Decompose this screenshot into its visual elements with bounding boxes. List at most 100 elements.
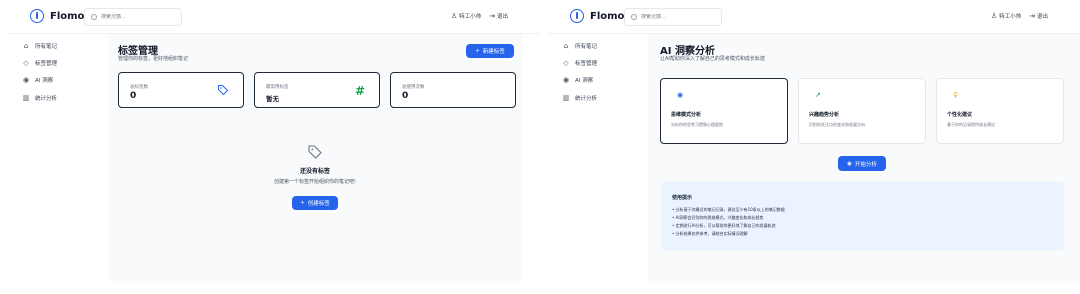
trend-up-icon: ↗	[815, 91, 821, 99]
sidebar-item-all-notes[interactable]: ⌂ 所有笔记	[22, 42, 57, 50]
sidebar-item-stats[interactable]: ▥ 统计分析	[22, 94, 57, 102]
tip-line: • 定期进行AI分析，可以帮助你更好地了解自己的发展轨迹	[672, 223, 776, 228]
brand-name: Flomo	[590, 10, 625, 22]
user-profile[interactable]: ♙ 特工小帅	[451, 12, 481, 20]
user-name: 特工小帅	[459, 14, 482, 20]
brain-icon: ◉	[22, 76, 30, 84]
ai-main: AI 洞察分析 让AI帮助你深入了解自己的思考模式和成长轨迹 ◉ 思维模式分析 …	[648, 34, 1080, 281]
ai-insight-screen: Flomo ♙ 特工小帅 ⇥ 退出 ⌂ 所有笔记	[548, 0, 1080, 294]
stat-card-total-usage: 总使用次数 0	[390, 72, 516, 108]
stat-value: 暂无	[266, 95, 279, 103]
user-icon: ♙	[990, 12, 998, 20]
sidebar-item-tags[interactable]: ◇ 标签管理	[22, 59, 57, 67]
search-icon	[631, 14, 637, 20]
stat-label: 总使用次数	[402, 85, 425, 90]
search-input[interactable]	[101, 14, 181, 20]
logo[interactable]: Flomo	[570, 9, 624, 23]
sidebar-item-label: 统计分析	[35, 96, 58, 102]
page-subtitle: 让AI帮助你深入了解自己的思考模式和成长轨迹	[660, 56, 765, 62]
hash-icon: #	[354, 84, 365, 98]
card-description: 识别你关注点的变化和发展方向	[809, 122, 865, 127]
sidebar-item-label: 标签管理	[35, 61, 58, 67]
analysis-card-suggestion[interactable]: ♀ 个性化建议 基于你的记录提供成长建议	[936, 78, 1064, 144]
search-box[interactable]	[624, 8, 722, 26]
brain-icon: ◉	[847, 160, 852, 167]
top-bar: Flomo ♙ 特工小帅 ⇥ 退出	[8, 0, 540, 34]
tag-icon	[218, 85, 228, 95]
user-name: 特工小帅	[999, 14, 1022, 20]
stat-card-total-tags: 总标签数 0	[118, 72, 244, 108]
sidebar-item-stats[interactable]: ▥ 统计分析	[562, 94, 597, 102]
home-icon: ⌂	[23, 42, 29, 50]
page-subtitle: 管理你的标签，更好地组织笔记	[118, 56, 189, 62]
logout-label: 退出	[496, 14, 508, 20]
sidebar-item-label: 标签管理	[575, 61, 598, 67]
card-description: 分析你的思考习惯和心理趋势	[671, 122, 723, 127]
start-analysis-label: 开始分析	[854, 161, 877, 168]
flomo-logo-icon	[570, 9, 584, 23]
sidebar: ⌂ 所有笔记 ◇ 标签管理 ◉ AI 洞察 ▥ 统计分析	[8, 34, 108, 294]
stat-label: 总标签数	[130, 85, 148, 90]
stat-card-most-used: 最常用标签 暂无 #	[254, 72, 380, 108]
lightbulb-icon: ♀	[953, 91, 959, 99]
tags-screen: Flomo ♙ 特工小帅 ⇥ 退出 ⌂ 所有笔记	[8, 0, 540, 294]
sidebar-item-all-notes[interactable]: ⌂ 所有笔记	[562, 42, 597, 50]
user-menu: ♙ 特工小帅 ⇥ 退出	[991, 12, 1048, 20]
card-description: 基于你的记录提供成长建议	[947, 122, 995, 127]
analysis-card-interest[interactable]: ↗ 兴趣趋势分析 识别你关注点的变化和发展方向	[798, 78, 926, 144]
stat-label: 最常用标签	[266, 85, 289, 90]
sidebar-item-label: 所有笔记	[35, 44, 58, 50]
logout-icon: ⇥	[489, 12, 495, 20]
create-tag-button[interactable]: + 创建标签	[292, 196, 338, 210]
brain-icon: ◉	[562, 76, 570, 84]
sidebar-item-ai-insight[interactable]: ◉ AI 洞察	[562, 76, 593, 84]
logout-icon: ⇥	[1029, 12, 1035, 20]
home-icon: ⌂	[563, 42, 569, 50]
plus-icon: +	[475, 48, 480, 54]
start-analysis-button[interactable]: ◉ 开始分析	[838, 156, 886, 171]
top-bar: Flomo ♙ 特工小帅 ⇥ 退出	[548, 0, 1080, 34]
empty-tag-icon	[308, 145, 322, 159]
new-tag-button[interactable]: + 新建标签	[466, 44, 514, 58]
logout-button[interactable]: ⇥ 退出	[489, 12, 508, 20]
screenshot-pair: Flomo ♙ 特工小帅 ⇥ 退出 ⌂ 所有笔记	[0, 0, 1080, 294]
empty-state-subtitle: 创建第一个标签开始组织你的笔记吧!	[273, 179, 356, 185]
tag-icon: ◇	[563, 59, 569, 67]
brain-icon: ◉	[677, 91, 684, 99]
plus-icon: +	[300, 200, 305, 206]
create-tag-label: 创建标签	[307, 201, 330, 207]
logo[interactable]: Flomo	[30, 9, 84, 23]
card-title: 个性化建议	[947, 112, 973, 118]
card-title: 思维模式分析	[671, 112, 702, 118]
search-input[interactable]	[641, 14, 721, 20]
tip-line: • AI洞察会识别你的思维模式、兴趣变化和成长趋势	[672, 215, 764, 220]
sidebar-item-label: AI 洞察	[35, 78, 54, 84]
user-profile[interactable]: ♙ 特工小帅	[991, 12, 1021, 20]
sidebar-item-label: AI 洞察	[575, 78, 594, 84]
tag-icon: ◇	[23, 59, 29, 67]
tip-line: • 分析结果仅供参考，请结合实际情况理解	[672, 231, 748, 236]
brand-name: Flomo	[50, 10, 85, 22]
user-icon: ♙	[450, 12, 458, 20]
sidebar-item-label: 统计分析	[575, 96, 598, 102]
card-title: 兴趣趋势分析	[809, 112, 840, 118]
sidebar-item-ai-insight[interactable]: ◉ AI 洞察	[22, 76, 53, 84]
usage-tips-panel: 使用提示 • 分析基于你最近的笔记记录，建议至少有10条以上的笔记数据 • AI…	[662, 182, 1064, 250]
search-box[interactable]	[84, 8, 182, 26]
tip-line: • 分析基于你最近的笔记记录，建议至少有10条以上的笔记数据	[672, 207, 785, 212]
empty-state-title: 还没有标签	[299, 168, 330, 175]
tags-main: 标签管理 管理你的标签，更好地组织笔记 + 新建标签 总标签数 0 最常用标签 …	[108, 34, 522, 281]
bar-chart-icon: ▥	[562, 94, 570, 102]
user-menu: ♙ 特工小帅 ⇥ 退出	[451, 12, 508, 20]
flomo-logo-icon	[30, 9, 44, 23]
logout-label: 退出	[1036, 14, 1048, 20]
bar-chart-icon: ▥	[22, 94, 30, 102]
analysis-card-thinking[interactable]: ◉ 思维模式分析 分析你的思考习惯和心理趋势	[660, 78, 788, 144]
logout-button[interactable]: ⇥ 退出	[1029, 12, 1048, 20]
stat-value: 0	[130, 91, 137, 101]
search-icon	[91, 14, 97, 20]
sidebar-item-tags[interactable]: ◇ 标签管理	[562, 59, 597, 67]
sidebar: ⌂ 所有笔记 ◇ 标签管理 ◉ AI 洞察 ▥ 统计分析	[548, 34, 648, 294]
stat-value: 0	[402, 91, 409, 101]
new-tag-label: 新建标签	[482, 49, 505, 55]
